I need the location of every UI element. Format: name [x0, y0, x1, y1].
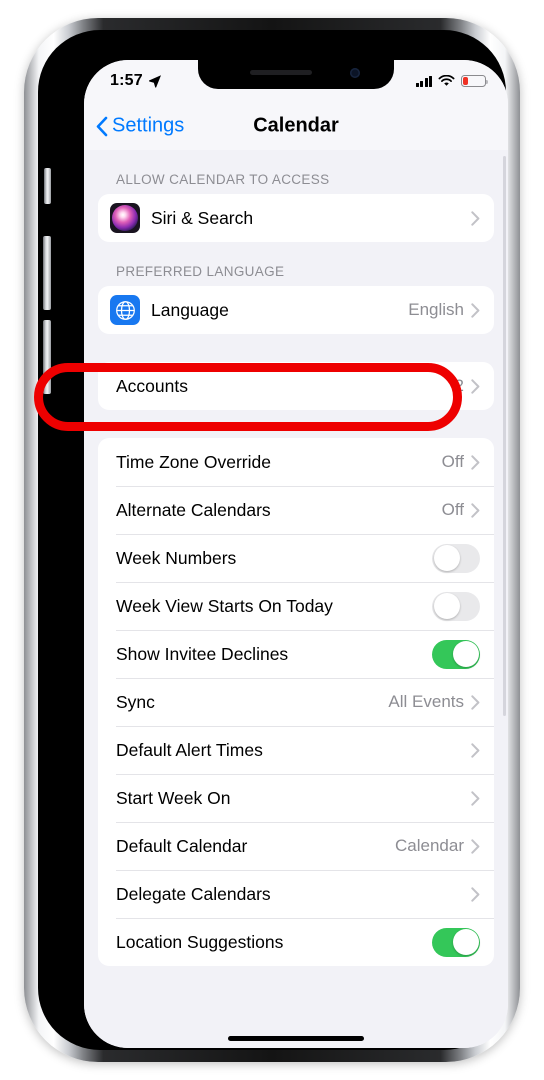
siri-icon: [110, 203, 140, 233]
settings-row-label: Location Suggestions: [116, 931, 284, 952]
globe-icon: [110, 295, 140, 325]
settings-row-start-week-on[interactable]: Start Week On: [98, 774, 494, 822]
settings-row-label: Siri & Search: [151, 207, 254, 228]
settings-row-toggle[interactable]: [432, 927, 480, 957]
section-header: PREFERRED LANGUAGE: [116, 264, 285, 279]
chevron-right-icon: [471, 302, 480, 318]
settings-row-toggle[interactable]: [432, 543, 480, 573]
settings-row-value: English: [408, 300, 464, 319]
chevron-right-icon: [471, 454, 480, 470]
settings-row-value: Calendar: [395, 836, 464, 855]
home-indicator[interactable]: [228, 1036, 364, 1041]
settings-row-location-suggestions[interactable]: Location Suggestions: [98, 918, 494, 966]
mute-switch-button[interactable]: [44, 168, 51, 204]
settings-row-label: Default Calendar: [116, 835, 248, 856]
settings-row-label: Accounts: [116, 375, 188, 396]
status-bar-time: 1:57: [110, 72, 143, 89]
settings-row-value: Off: [441, 500, 464, 519]
settings-group: Language English: [98, 286, 494, 334]
screenshot-stage: 1:57 Settings Calendar ALLOW CALENDAR TO…: [0, 0, 544, 1080]
chevron-right-icon: [471, 502, 480, 518]
settings-row-value: All Events: [388, 692, 464, 711]
settings-sections: ALLOW CALENDAR TO ACCESS Siri & Search PRE…: [84, 150, 508, 966]
settings-row-alternate-calendars[interactable]: Alternate Calendars Off: [98, 486, 494, 534]
settings-row-label: Sync: [116, 691, 155, 712]
volume-down-button[interactable]: [43, 320, 51, 394]
settings-list[interactable]: ALLOW CALENDAR TO ACCESS Siri & Search PRE…: [84, 150, 508, 1048]
settings-group: Time Zone Override Off Alternate Calendars…: [98, 438, 494, 966]
settings-row-language[interactable]: Language English: [98, 286, 494, 334]
settings-row-label: Language: [151, 299, 229, 320]
globe-icon: [115, 300, 135, 320]
chevron-right-icon: [471, 886, 480, 902]
vertical-scrollbar[interactable]: [503, 156, 506, 716]
settings-row-label: Delegate Calendars: [116, 883, 271, 904]
chevron-right-icon: [471, 378, 480, 394]
settings-row-toggle[interactable]: [432, 639, 480, 669]
settings-row-time-zone-override[interactable]: Time Zone Override Off: [98, 438, 494, 486]
wifi-icon: [438, 75, 455, 86]
chevron-right-icon: [471, 742, 480, 758]
location-arrow-icon: [148, 75, 161, 88]
settings-row-label: Default Alert Times: [116, 739, 263, 760]
settings-row-sync[interactable]: Sync All Events: [98, 678, 494, 726]
page-title: Calendar: [253, 114, 339, 137]
settings-row-week-view-starts-on-today[interactable]: Week View Starts On Today: [98, 582, 494, 630]
cellular-signal-icon: [415, 75, 432, 87]
settings-row-toggle[interactable]: [432, 591, 480, 621]
settings-row-default-calendar[interactable]: Default Calendar Calendar: [98, 822, 494, 870]
settings-row-label: Week View Starts On Today: [116, 595, 333, 616]
front-camera-icon: [350, 68, 360, 78]
chevron-right-icon: [471, 210, 480, 226]
section-header: ALLOW CALENDAR TO ACCESS: [116, 172, 330, 187]
phone-screen: 1:57 Settings Calendar ALLOW CALENDAR TO…: [84, 60, 508, 1048]
device-notch: [198, 60, 394, 89]
earpiece-speaker-icon: [250, 70, 312, 75]
settings-row-label: Alternate Calendars: [116, 499, 271, 520]
settings-row-show-invitee-declines[interactable]: Show Invitee Declines: [98, 630, 494, 678]
chevron-right-icon: [471, 694, 480, 710]
battery-low-icon: [461, 75, 489, 87]
settings-row-siri-search[interactable]: Siri & Search: [98, 194, 494, 242]
settings-group: Accounts 2: [98, 362, 494, 410]
settings-row-label: Start Week On: [116, 787, 231, 808]
status-bar-right: [415, 75, 489, 87]
chevron-right-icon: [471, 790, 480, 806]
settings-row-week-numbers[interactable]: Week Numbers: [98, 534, 494, 582]
iphone-device-frame: 1:57 Settings Calendar ALLOW CALENDAR TO…: [24, 18, 520, 1062]
status-bar-left: 1:57: [110, 72, 162, 90]
settings-row-value: Off: [441, 452, 464, 471]
settings-group: Siri & Search: [98, 194, 494, 242]
settings-row-label: Week Numbers: [116, 547, 237, 568]
settings-row-accounts[interactable]: Accounts 2: [98, 362, 494, 410]
chevron-right-icon: [471, 838, 480, 854]
settings-row-label: Show Invitee Declines: [116, 643, 289, 664]
settings-row-label: Time Zone Override: [116, 451, 271, 472]
navigation-bar: Settings Calendar: [84, 102, 508, 150]
settings-row-default-alert-times[interactable]: Default Alert Times: [98, 726, 494, 774]
settings-row-value: 2: [454, 376, 464, 395]
volume-up-button[interactable]: [43, 236, 51, 310]
settings-row-delegate-calendars[interactable]: Delegate Calendars: [98, 870, 494, 918]
